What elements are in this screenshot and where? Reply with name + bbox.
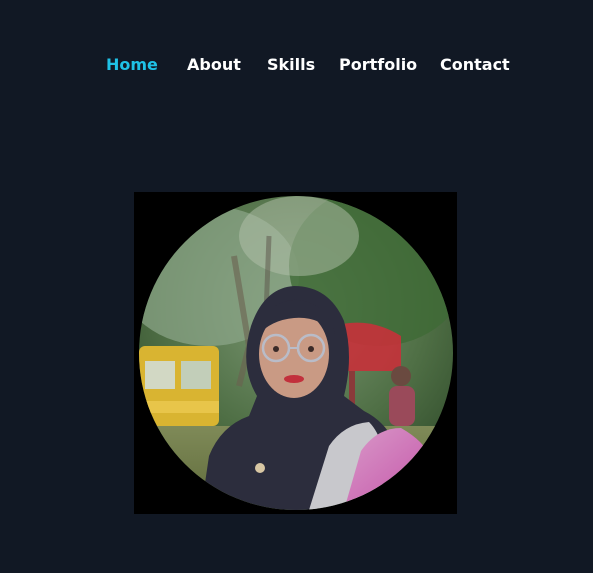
top-navigation: Home About Skills Portfolio Contact — [0, 54, 593, 78]
nav-link-home[interactable]: Home — [106, 54, 158, 76]
nav-link-about[interactable]: About — [187, 54, 241, 76]
portrait-illustration — [139, 196, 453, 510]
profile-photo-frame — [134, 192, 457, 514]
nav-link-contact[interactable]: Contact — [440, 54, 510, 76]
page: Home About Skills Portfolio Contact — [0, 0, 593, 573]
nav-link-portfolio[interactable]: Portfolio — [339, 54, 417, 76]
profile-photo — [139, 196, 453, 510]
nav-link-skills[interactable]: Skills — [267, 54, 315, 76]
